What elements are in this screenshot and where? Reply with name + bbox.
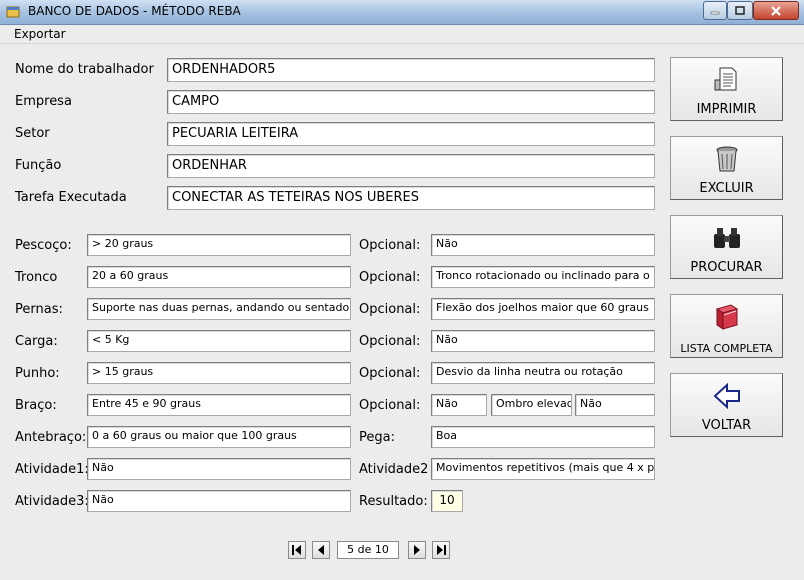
maximize-button[interactable] — [727, 1, 753, 20]
maximize-icon — [735, 5, 745, 15]
window-title: BANCO DE DADOS - MÉTODO REBA — [28, 4, 241, 18]
last-icon — [437, 545, 446, 555]
last-record-button[interactable] — [432, 541, 450, 559]
back-arrow-icon — [713, 382, 740, 410]
book-icon — [715, 304, 739, 330]
label-opcional-punho: Opcional: — [359, 366, 421, 381]
label-opcional-carga: Opcional: — [359, 334, 421, 349]
tarefa-field[interactable]: CONECTAR AS TETEIRAS NOS UBERES — [167, 186, 655, 210]
record-indicator: 5 de 10 — [337, 541, 399, 559]
label-pega: Pega: — [359, 430, 395, 445]
lista-completa-label: LISTA COMPLETA — [680, 342, 773, 355]
label-opcional-pescoco: Opcional: — [359, 238, 421, 253]
menu-exportar[interactable]: Exportar — [14, 27, 66, 41]
pega-field[interactable]: Boa — [431, 426, 655, 448]
opcional-carga-field[interactable]: Não — [431, 330, 655, 352]
record-navigator: 5 de 10 — [0, 541, 804, 559]
next-record-button[interactable] — [408, 541, 426, 559]
next-icon — [414, 545, 420, 555]
imprimir-button[interactable]: IMPRIMIR — [670, 57, 783, 121]
label-braco: Braço: — [15, 398, 57, 413]
close-icon — [771, 5, 781, 16]
carga-field[interactable]: < 5 Kg — [87, 330, 351, 352]
procurar-label: PROCURAR — [690, 260, 763, 275]
label-funcao: Função — [15, 158, 62, 173]
label-atividade3: Atividade3: — [15, 494, 89, 509]
label-pernas: Pernas: — [15, 302, 63, 317]
lista-completa-button[interactable]: LISTA COMPLETA — [670, 294, 783, 358]
procurar-button[interactable]: PROCURAR — [670, 215, 783, 279]
label-opcional-tronco: Opcional: — [359, 270, 421, 285]
atividade2-field[interactable]: Movimentos repetitivos (mais que 4 x por… — [431, 458, 655, 480]
first-record-button[interactable] — [288, 541, 306, 559]
app-icon — [6, 6, 20, 18]
label-tarefa: Tarefa Executada — [15, 190, 127, 205]
antebraco-field[interactable]: 0 a 60 graus ou maior que 100 graus — [87, 426, 351, 448]
opcional-braco-field-1[interactable]: Não — [431, 394, 487, 416]
label-opcional-braco: Opcional: — [359, 398, 421, 413]
nome-field[interactable]: ORDENHADOR5 — [167, 58, 655, 82]
minimize-button[interactable] — [703, 1, 727, 20]
first-icon — [292, 545, 301, 555]
label-antebraco: Antebraço: — [15, 430, 87, 445]
binoculars-icon — [714, 228, 740, 248]
excluir-label: EXCLUIR — [699, 181, 754, 196]
setor-field[interactable]: PECUARIA LEITEIRA — [167, 122, 655, 146]
atividade1-field[interactable]: Não — [87, 458, 351, 480]
resultado-field: 10 — [431, 490, 463, 512]
label-punho: Punho: — [15, 366, 60, 381]
trash-icon — [716, 146, 738, 172]
atividade3-field[interactable]: Não — [87, 490, 351, 512]
opcional-braco-field-2[interactable]: Ombro elevado — [491, 394, 572, 416]
label-carga: Carga: — [15, 334, 58, 349]
minimize-icon — [710, 11, 720, 14]
label-atividade1: Atividade1: — [15, 462, 89, 477]
voltar-button[interactable]: VOLTAR — [670, 373, 783, 437]
pescoco-field[interactable]: > 20 graus — [87, 234, 351, 256]
voltar-label: VOLTAR — [701, 418, 752, 433]
opcional-braco-field-3[interactable]: Não — [575, 394, 655, 416]
label-atividade2: Atividade2 — [359, 462, 429, 477]
opcional-pernas-field[interactable]: Flexão dos joelhos maior que 60 graus — [431, 298, 655, 320]
printer-icon — [714, 67, 737, 91]
previous-icon — [318, 545, 324, 555]
app-window: BANCO DE DADOS - MÉTODO REBA Exportar No… — [0, 0, 804, 580]
menu-bar: Exportar — [0, 25, 804, 44]
label-tronco: Tronco — [15, 270, 58, 285]
opcional-punho-field[interactable]: Desvio da linha neutra ou rotação — [431, 362, 655, 384]
label-pescoco: Pescoço: — [15, 238, 72, 253]
title-bar: BANCO DE DADOS - MÉTODO REBA — [0, 0, 804, 25]
excluir-button[interactable]: EXCLUIR — [670, 136, 783, 200]
empresa-field[interactable]: CAMPO — [167, 90, 655, 114]
pernas-field[interactable]: Suporte nas duas pernas, andando ou sent… — [87, 298, 351, 320]
previous-record-button[interactable] — [312, 541, 330, 559]
opcional-pescoco-field[interactable]: Não — [431, 234, 655, 256]
close-button[interactable] — [753, 1, 799, 20]
label-resultado: Resultado: — [359, 494, 428, 509]
imprimir-label: IMPRIMIR — [696, 102, 757, 117]
opcional-tronco-field[interactable]: Tronco rotacionado ou inclinado para o l… — [431, 266, 655, 288]
funcao-field[interactable]: ORDENHAR — [167, 154, 655, 178]
label-nome: Nome do trabalhador — [15, 62, 154, 77]
tronco-field[interactable]: 20 a 60 graus — [87, 266, 351, 288]
punho-field[interactable]: > 15 graus — [87, 362, 351, 384]
label-empresa: Empresa — [15, 94, 72, 109]
label-opcional-pernas: Opcional: — [359, 302, 421, 317]
label-setor: Setor — [15, 126, 50, 141]
braco-field[interactable]: Entre 45 e 90 graus — [87, 394, 351, 416]
